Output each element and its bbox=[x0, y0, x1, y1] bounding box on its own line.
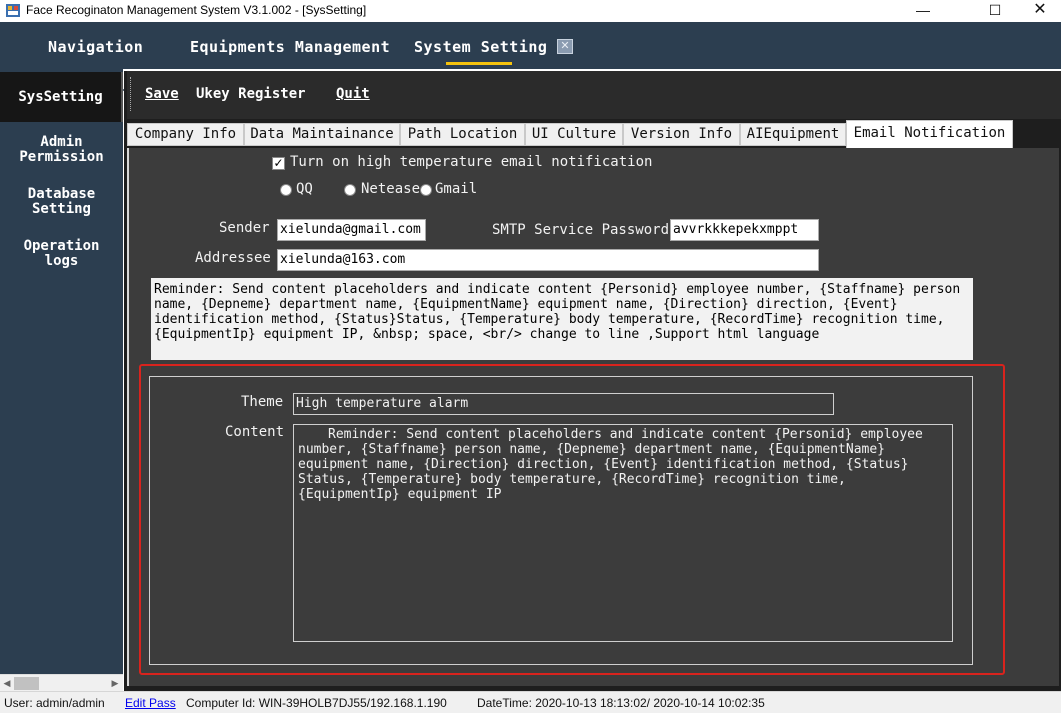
tab-aiequipment[interactable]: AIEquipment bbox=[740, 123, 846, 146]
status-bar: User: admin/admin Edit Pass Computer Id:… bbox=[0, 691, 1061, 713]
sidebar-item-database-setting[interactable]: Database Setting bbox=[0, 187, 123, 217]
tab-path-location[interactable]: Path Location bbox=[400, 123, 525, 146]
minimize-button[interactable]: — bbox=[900, 0, 946, 22]
nav-tab-system-setting[interactable]: System Setting bbox=[414, 38, 547, 56]
edit-pass-link[interactable]: Edit Pass bbox=[125, 693, 176, 713]
nav-tab-navigation[interactable]: Navigation bbox=[48, 38, 143, 56]
scroll-left-icon[interactable]: ◀ bbox=[0, 677, 14, 690]
sidebar-item-label: SysSetting bbox=[18, 89, 103, 105]
save-button[interactable]: Save bbox=[145, 86, 179, 102]
close-window-button[interactable]: ✕ bbox=[1017, 0, 1061, 22]
active-tab-indicator bbox=[446, 62, 512, 65]
sidebar-item-label: Permission bbox=[19, 149, 104, 165]
high-temp-notification-checkbox[interactable]: ✓ bbox=[272, 157, 285, 170]
app-icon bbox=[6, 4, 20, 17]
tab-company-info[interactable]: Company Info bbox=[127, 123, 244, 146]
scroll-thumb[interactable] bbox=[14, 677, 39, 690]
settings-tabs: Company Info Data Maintainance Path Loca… bbox=[127, 120, 1061, 148]
close-tab-icon[interactable]: ✕ bbox=[557, 39, 573, 54]
radio-qq-label: QQ bbox=[296, 181, 313, 197]
title-bar: Face Recoginaton Management System V3.1.… bbox=[0, 0, 1061, 22]
radio-gmail-label: Gmail bbox=[435, 181, 478, 197]
smtp-password-input[interactable]: avvrkkkepekxmppt bbox=[670, 219, 819, 241]
radio-qq[interactable] bbox=[280, 184, 292, 196]
sidebar-item-admin-permission[interactable]: Admin Permission bbox=[0, 135, 123, 165]
smtp-password-label: SMTP Service Password bbox=[492, 222, 670, 238]
status-user: User: admin/admin bbox=[4, 696, 105, 710]
maximize-button[interactable]: ☐ bbox=[972, 0, 1018, 22]
content-textarea[interactable]: Reminder: Send content placeholders and … bbox=[293, 424, 953, 642]
radio-netease-label: Netease bbox=[361, 181, 421, 197]
addressee-input[interactable]: xielunda@163.com bbox=[277, 249, 819, 271]
sidebar-item-label: Setting bbox=[31, 201, 91, 217]
sender-label: Sender bbox=[219, 220, 270, 236]
sidebar-item-label: Operation bbox=[23, 238, 100, 254]
window-title: Face Recoginaton Management System V3.1.… bbox=[26, 3, 367, 17]
ukey-register-button[interactable]: Ukey Register bbox=[196, 86, 306, 102]
sidebar: SysSetting Admin Permission Database Set… bbox=[0, 69, 123, 674]
sidebar-item-syssetting[interactable]: SysSetting bbox=[0, 72, 123, 122]
toolbar-grip[interactable] bbox=[130, 77, 132, 111]
scroll-right-icon[interactable]: ▶ bbox=[108, 677, 122, 690]
tab-version-info[interactable]: Version Info bbox=[623, 123, 740, 146]
content-label: Content bbox=[225, 424, 285, 440]
sidebar-item-label: logs bbox=[44, 253, 79, 269]
tab-data-maintainance[interactable]: Data Maintainance bbox=[244, 123, 400, 146]
reminder-text: Reminder: Send content placeholders and … bbox=[151, 278, 973, 360]
content-area: Save Ukey Register Quit Company Info Dat… bbox=[124, 71, 1061, 691]
tab-email-notification[interactable]: Email Notification bbox=[846, 120, 1013, 148]
high-temp-notification-label: Turn on high temperature email notificat… bbox=[290, 154, 653, 170]
addressee-label: Addressee bbox=[195, 250, 271, 266]
sidebar-item-operation-logs[interactable]: Operation logs bbox=[0, 239, 123, 269]
radio-gmail[interactable] bbox=[420, 184, 432, 196]
sidebar-item-label: Admin bbox=[40, 134, 83, 150]
main-nav: Navigation Equipments Management System … bbox=[0, 22, 1061, 91]
theme-label: Theme bbox=[241, 394, 284, 410]
status-computer-id: Computer Id: WIN-39HOLB7DJ55/192.168.1.1… bbox=[186, 696, 447, 710]
sender-input[interactable]: xielunda@gmail.com bbox=[277, 219, 426, 241]
tab-ui-culture[interactable]: UI Culture bbox=[525, 123, 623, 146]
quit-button[interactable]: Quit bbox=[336, 86, 370, 102]
email-notification-panel: ✓ Turn on high temperature email notific… bbox=[127, 148, 1059, 686]
radio-netease[interactable] bbox=[344, 184, 356, 196]
sidebar-item-label: Database bbox=[27, 186, 96, 202]
toolbar: Save Ukey Register Quit bbox=[127, 71, 1061, 119]
theme-input[interactable]: High temperature alarm bbox=[293, 393, 834, 415]
nav-tab-equipments-management[interactable]: Equipments Management bbox=[190, 38, 390, 56]
status-datetime: DateTime: 2020-10-13 18:13:02/ 2020-10-1… bbox=[477, 696, 765, 710]
sidebar-scrollbar[interactable]: ◀ ▶ bbox=[0, 674, 123, 691]
